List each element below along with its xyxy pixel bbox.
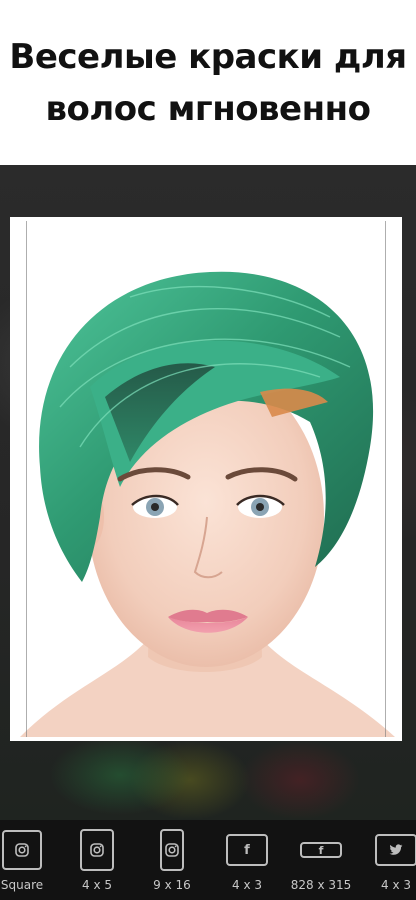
instagram-icon	[2, 830, 42, 870]
aspect-ratio-toolbar: Square 4 x 5 9 x 16 f 4 x 3 f 828 x 315 …	[0, 820, 416, 900]
ratio-label: 4 x 3	[381, 878, 411, 892]
crop-handle-bottom-right[interactable]	[376, 715, 402, 741]
promo-header: Веселые краски для волос мгновенно	[0, 0, 416, 165]
ratio-label: 9 x 16	[153, 878, 191, 892]
crop-handle-bottom-left[interactable]	[10, 715, 36, 741]
ratio-9x16-button[interactable]: 9 x 16	[132, 828, 212, 896]
facebook-icon: f	[300, 842, 342, 858]
instagram-icon	[160, 829, 184, 871]
facebook-icon: f	[226, 834, 268, 866]
portrait-photo[interactable]	[10, 217, 402, 741]
ratio-label: Square	[0, 878, 44, 892]
photo-editor-canvas	[0, 165, 416, 820]
headline-line-2: волос мгновенно	[45, 88, 371, 129]
portrait-illustration	[10, 217, 402, 741]
promo-headline: Веселые краски для волос мгновенно	[9, 31, 407, 135]
crop-handle-top-left[interactable]	[10, 217, 36, 243]
instagram-icon	[80, 829, 114, 871]
ratio-label: 828 x 315	[290, 878, 352, 892]
ratio-label: 4 x 3	[232, 878, 262, 892]
headline-line-1: Веселые краски для	[9, 36, 407, 77]
ratio-4x3-twitter-button[interactable]: 4 x 3	[356, 828, 416, 896]
twitter-icon	[375, 834, 416, 866]
ratio-4x5-button[interactable]: 4 x 5	[57, 828, 137, 896]
crop-handle-top-right[interactable]	[376, 217, 402, 243]
ratio-828x315-button[interactable]: f 828 x 315	[281, 828, 361, 896]
ratio-label: 4 x 5	[82, 878, 112, 892]
ratio-square-button[interactable]: Square	[0, 828, 62, 896]
ratio-4x3-facebook-button[interactable]: f 4 x 3	[207, 828, 287, 896]
